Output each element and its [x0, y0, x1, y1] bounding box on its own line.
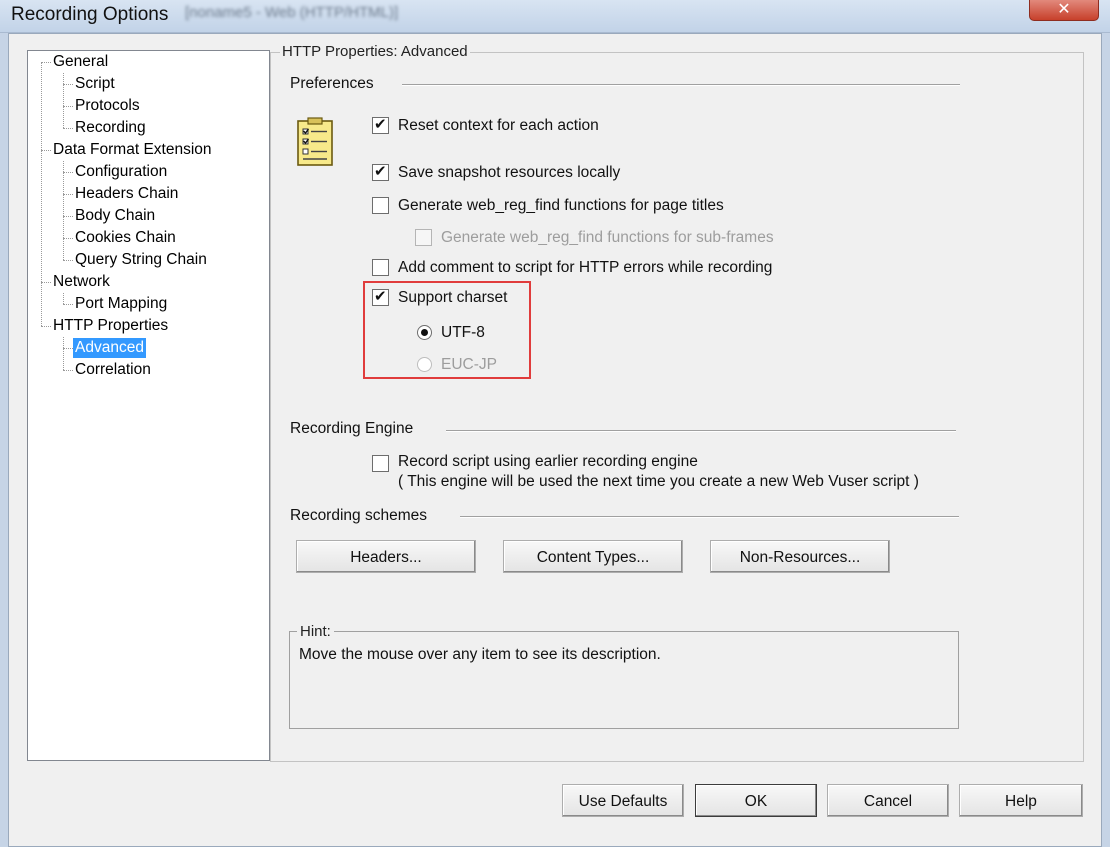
tree-item-port-mapping[interactable]: Port Mapping	[73, 294, 169, 314]
generate-page-titles-checkbox[interactable]	[372, 197, 389, 214]
tree-connector	[63, 106, 73, 107]
headers-button[interactable]: Headers...	[296, 540, 476, 573]
tree-item-general[interactable]: General	[51, 52, 110, 72]
recording-schemes-heading: Recording schemes	[290, 507, 427, 524]
generate-sub-frames-label: Generate web_reg_find functions for sub-…	[441, 229, 774, 246]
tree-item-script[interactable]: Script	[73, 74, 117, 94]
tree-item-http-properties[interactable]: HTTP Properties	[51, 316, 170, 336]
tree-connector	[41, 326, 51, 327]
checkmark-icon: ✔	[374, 163, 387, 180]
tree-connector	[63, 161, 64, 260]
hint-heading: Hint:	[297, 623, 334, 640]
tree-connector	[63, 348, 73, 349]
recording-schemes-separator	[460, 516, 959, 518]
tree-connector	[63, 128, 73, 129]
earlier-engine-checkbox[interactable]	[372, 455, 389, 472]
content-types-button[interactable]: Content Types...	[503, 540, 683, 573]
tree-connector	[63, 304, 73, 305]
earlier-engine-note: ( This engine will be used the next time…	[398, 473, 919, 490]
window-frame-left	[0, 33, 8, 847]
pane-title: HTTP Properties: Advanced	[280, 43, 470, 60]
generate-page-titles-label: Generate web_reg_find functions for page…	[398, 197, 724, 214]
tree-connector	[63, 337, 64, 370]
tree-item-protocols[interactable]: Protocols	[73, 96, 142, 116]
cancel-button[interactable]: Cancel	[827, 784, 949, 817]
use-defaults-button[interactable]: Use Defaults	[562, 784, 684, 817]
save-snapshot-checkbox[interactable]: ✔	[372, 163, 389, 181]
tree-item-headers-chain[interactable]: Headers Chain	[73, 184, 180, 204]
tree-connector	[63, 84, 73, 85]
tree-item-query-string-chain[interactable]: Query String Chain	[73, 250, 209, 270]
window-subtitle: [noname5 - Web (HTTP/HTML)]	[185, 4, 399, 21]
reset-context-label: Reset context for each action	[398, 117, 599, 134]
tree-item-configuration[interactable]: Configuration	[73, 162, 169, 182]
tree-connector	[63, 260, 73, 261]
ok-button[interactable]: OK	[695, 784, 817, 817]
tree-connector	[41, 282, 51, 283]
tree-connector	[63, 194, 73, 195]
window-frame-right	[1102, 33, 1110, 847]
options-tree[interactable]: General Script Protocols Recording Data …	[27, 50, 270, 761]
preferences-separator	[402, 84, 960, 86]
checklist-icon	[296, 117, 336, 167]
close-button[interactable]: ✕	[1029, 0, 1099, 21]
add-comment-http-errors-checkbox[interactable]	[372, 259, 389, 276]
help-button[interactable]: Help	[959, 784, 1083, 817]
tree-connector	[41, 62, 51, 63]
hint-text: Move the mouse over any item to see its …	[299, 646, 661, 663]
tree-connector	[63, 293, 64, 304]
tree-connector	[41, 62, 42, 326]
charset-highlight-box	[363, 281, 531, 379]
recording-engine-separator	[446, 430, 956, 432]
earlier-engine-label: Record script using earlier recording en…	[398, 453, 698, 470]
tree-item-data-format-extension[interactable]: Data Format Extension	[51, 140, 214, 160]
save-snapshot-label: Save snapshot resources locally	[398, 164, 621, 181]
tree-item-correlation[interactable]: Correlation	[73, 360, 153, 380]
title-bar: Recording Options [noname5 - Web (HTTP/H…	[0, 0, 1110, 33]
tree-connector	[63, 73, 64, 128]
tree-connector	[63, 238, 73, 239]
recording-engine-heading: Recording Engine	[290, 420, 414, 437]
tree-item-network[interactable]: Network	[51, 272, 112, 292]
tree-item-body-chain[interactable]: Body Chain	[73, 206, 157, 226]
checkmark-icon: ✔	[374, 116, 387, 133]
tree-item-recording[interactable]: Recording	[73, 118, 148, 138]
tree-connector	[63, 216, 73, 217]
tree-connector	[41, 150, 51, 151]
preferences-heading: Preferences	[290, 75, 374, 92]
tree-item-advanced[interactable]: Advanced	[73, 338, 146, 358]
generate-sub-frames-checkbox[interactable]	[415, 229, 432, 246]
add-comment-http-errors-label: Add comment to script for HTTP errors wh…	[398, 259, 773, 276]
tree-connector	[63, 370, 73, 371]
window-title: Recording Options	[11, 4, 169, 25]
tree-connector	[63, 172, 73, 173]
tree-item-cookies-chain[interactable]: Cookies Chain	[73, 228, 178, 248]
non-resources-button[interactable]: Non-Resources...	[710, 540, 890, 573]
close-icon: ✕	[1057, 1, 1071, 18]
reset-context-checkbox[interactable]: ✔	[372, 116, 389, 134]
